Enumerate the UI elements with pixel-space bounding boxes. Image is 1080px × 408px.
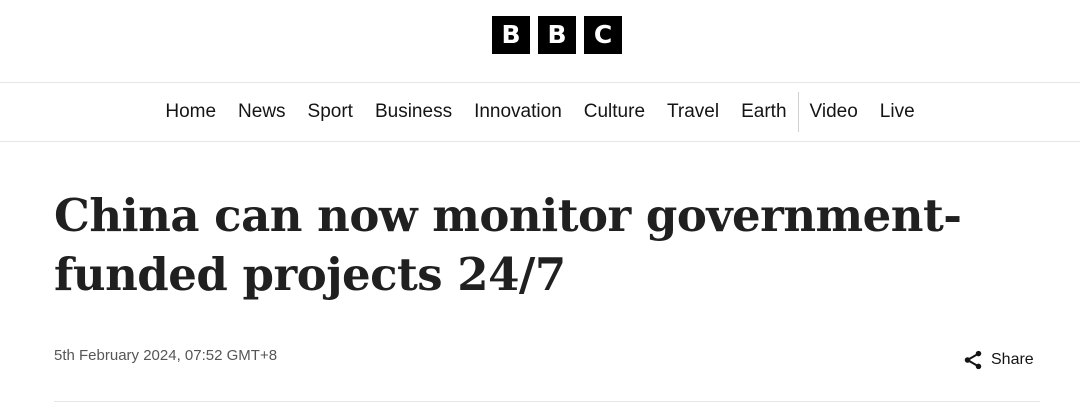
share-icon [962,349,984,371]
article-headline: China can now monitor government-funded … [54,189,962,301]
share-label: Share [991,351,1034,368]
nav-items: Home News Sport Business Innovation Cult… [154,83,925,141]
main-nav: Home News Sport Business Innovation Cult… [0,83,1080,142]
nav-item-live[interactable]: Live [869,101,926,123]
nav-item-culture[interactable]: Culture [573,101,656,123]
logo-letter-b2: B [538,16,576,54]
nav-item-sport[interactable]: Sport [297,101,364,123]
nav-item-business[interactable]: Business [364,101,463,123]
section-divider [54,401,1040,402]
nav-item-travel[interactable]: Travel [656,101,730,123]
logo-letter-b1: B [492,16,530,54]
nav-item-news[interactable]: News [227,101,297,123]
article-timestamp: 5th February 2024, 07:52 GMT+8 [54,347,278,364]
share-button[interactable]: Share [962,349,1034,371]
nav-item-video[interactable]: Video [799,101,869,123]
nav-item-innovation[interactable]: Innovation [463,101,573,123]
bbc-logo[interactable]: B B C [492,16,622,54]
site-header: B B C [0,0,1080,83]
nav-item-earth[interactable]: Earth [730,101,797,123]
nav-item-home[interactable]: Home [154,101,227,123]
logo-letter-c: C [584,16,622,54]
